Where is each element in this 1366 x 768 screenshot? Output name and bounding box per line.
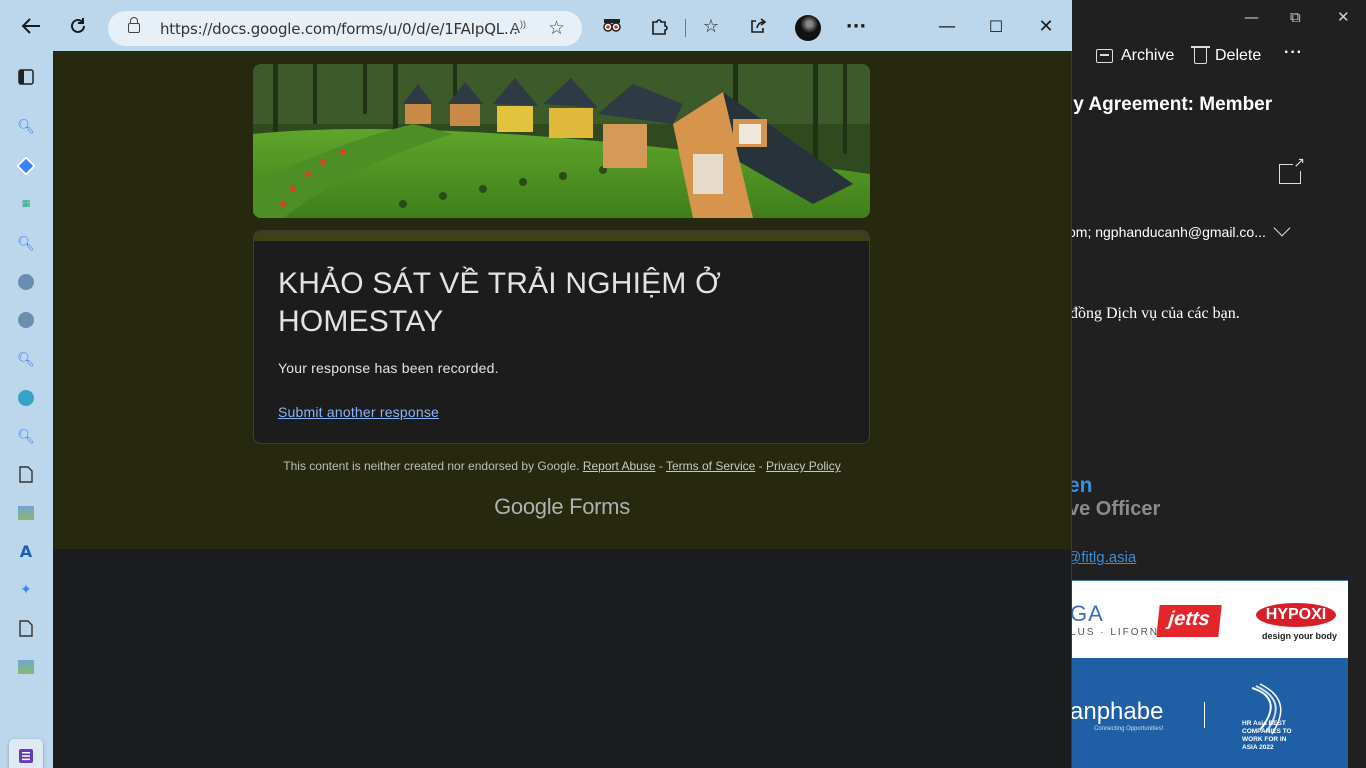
tab-favicon[interactable] xyxy=(17,273,35,291)
profile-avatar[interactable] xyxy=(795,15,821,41)
image-favicon[interactable] xyxy=(17,504,35,522)
privacy-policy-link[interactable]: Privacy Policy xyxy=(766,459,841,473)
trash-icon xyxy=(1191,46,1210,64)
form-confirmation-card: KHẢO SÁT VỀ TRẢI NGHIỆM Ở HOMESTAY Your … xyxy=(253,230,870,444)
search-icon[interactable]: 🔍︎ xyxy=(17,428,35,446)
delete-label: Delete xyxy=(1215,47,1262,64)
favorites-icon[interactable]: ☆ xyxy=(696,11,726,41)
signature-email-link[interactable]: @fitlg.asia xyxy=(1070,549,1136,566)
hr-asia-award-text: HR Asia BEST COMPANIES TO WORK FOR IN AS… xyxy=(1242,720,1292,751)
archive-icon xyxy=(1096,49,1113,63)
search-icon[interactable]: 🔍︎ xyxy=(17,351,35,369)
vertical-tabs-sidebar: 🔍︎ ▦ 🔍︎ 🔍︎ 🔍︎ A ✦ + xyxy=(0,51,53,768)
signature-name: en xyxy=(1070,474,1093,497)
share-icon[interactable] xyxy=(743,11,773,41)
anphabe-logo: anphabe Connecting Opportunities! xyxy=(1070,698,1164,732)
hypoxi-logo: HYPOXI xyxy=(1256,603,1336,627)
mail-restore-button[interactable]: ⧉ xyxy=(1290,8,1301,26)
extension-icon[interactable] xyxy=(597,11,627,41)
document-icon[interactable] xyxy=(17,465,35,483)
jetts-logo: jetts xyxy=(1156,605,1222,637)
logo-divider xyxy=(1204,702,1205,728)
mail-close-button[interactable]: ✕ xyxy=(1337,8,1350,26)
search-icon[interactable]: 🔍︎ xyxy=(17,118,35,136)
tab-favicon[interactable]: ✦ xyxy=(17,581,35,599)
tab-favicon[interactable]: A xyxy=(17,542,35,561)
maximize-button[interactable]: ☐ xyxy=(981,11,1011,41)
page-content: KHẢO SÁT VỀ TRẢI NGHIỆM Ở HOMESTAY Your … xyxy=(53,51,1071,768)
tab-favicon[interactable] xyxy=(17,389,35,407)
toolbar-separator xyxy=(685,19,686,37)
hypoxi-tagline: design your body xyxy=(1262,631,1338,641)
archive-button[interactable]: Archive xyxy=(1096,47,1174,65)
mail-minimize-button[interactable]: — xyxy=(1244,8,1259,26)
lock-icon[interactable] xyxy=(128,17,140,33)
google-forms-logo[interactable]: Google Forms xyxy=(53,494,1071,520)
mail-body-text: đồng Dịch vụ của các bạn. xyxy=(1070,305,1240,322)
mail-subject: ly Agreement: Member xyxy=(1070,94,1273,115)
chevron-down-icon[interactable] xyxy=(1273,219,1291,237)
submit-another-response-link[interactable]: Submit another response xyxy=(278,404,439,420)
address-bar[interactable]: https://docs.google.com/forms/u/0/d/e/1F… xyxy=(108,11,582,46)
tab-favicon[interactable]: ▦ xyxy=(17,195,35,213)
close-button[interactable]: ✕ xyxy=(1031,11,1061,41)
archive-label: Archive xyxy=(1121,47,1175,64)
search-icon[interactable]: 🔍︎ xyxy=(17,235,35,253)
browser-window: https://docs.google.com/forms/u/0/d/e/1F… xyxy=(0,0,1072,768)
mail-more-button[interactable]: ··· xyxy=(1284,44,1303,62)
tab-actions-icon[interactable] xyxy=(17,68,35,86)
footer-disclaimer: This content is neither created nor endo… xyxy=(283,459,580,473)
refresh-icon[interactable] xyxy=(63,11,93,41)
more-icon[interactable]: ··· xyxy=(841,11,871,41)
google-forms-icon[interactable] xyxy=(17,747,35,765)
report-abuse-link[interactable]: Report Abuse xyxy=(583,459,656,473)
delete-button[interactable]: Delete xyxy=(1191,46,1262,65)
mail-recipients: om; ngphanducanh@gmail.co... xyxy=(1070,224,1266,240)
signature-title: ve Officer xyxy=(1070,498,1161,520)
read-aloud-icon[interactable]: A)) xyxy=(510,19,526,37)
card-accent-bar xyxy=(254,231,869,241)
browser-toolbar: https://docs.google.com/forms/u/0/d/e/1F… xyxy=(0,0,1072,51)
form-footer: This content is neither created nor endo… xyxy=(283,459,841,473)
form-header-image xyxy=(253,64,870,218)
back-arrow-icon[interactable] xyxy=(16,11,46,41)
tab-favicon[interactable] xyxy=(17,311,35,329)
confirmation-message: Your response has been recorded. xyxy=(278,360,499,376)
tab-favicon[interactable] xyxy=(16,156,36,176)
image-favicon[interactable] xyxy=(17,658,35,676)
form-title: KHẢO SÁT VỀ TRẢI NGHIỆM Ở HOMESTAY xyxy=(278,267,722,338)
document-icon[interactable] xyxy=(17,619,35,637)
minimize-button[interactable]: — xyxy=(932,11,962,41)
url-text[interactable]: https://docs.google.com/forms/u/0/d/e/1F… xyxy=(160,20,518,38)
add-favorite-icon[interactable]: ☆ xyxy=(548,17,565,39)
mail-window: — ⧉ ✕ Archive Delete ··· ly Agreement: M… xyxy=(1070,0,1366,768)
partner-logos-banner: GA LUS · LIFORNIA jetts HYPOXI design you… xyxy=(1070,580,1348,658)
awards-banner: anphabe Connecting Opportunities! HR Asia… xyxy=(1070,658,1348,768)
puzzle-icon[interactable] xyxy=(644,11,674,41)
terms-of-service-link[interactable]: Terms of Service xyxy=(666,459,755,473)
popout-icon[interactable] xyxy=(1279,155,1305,184)
